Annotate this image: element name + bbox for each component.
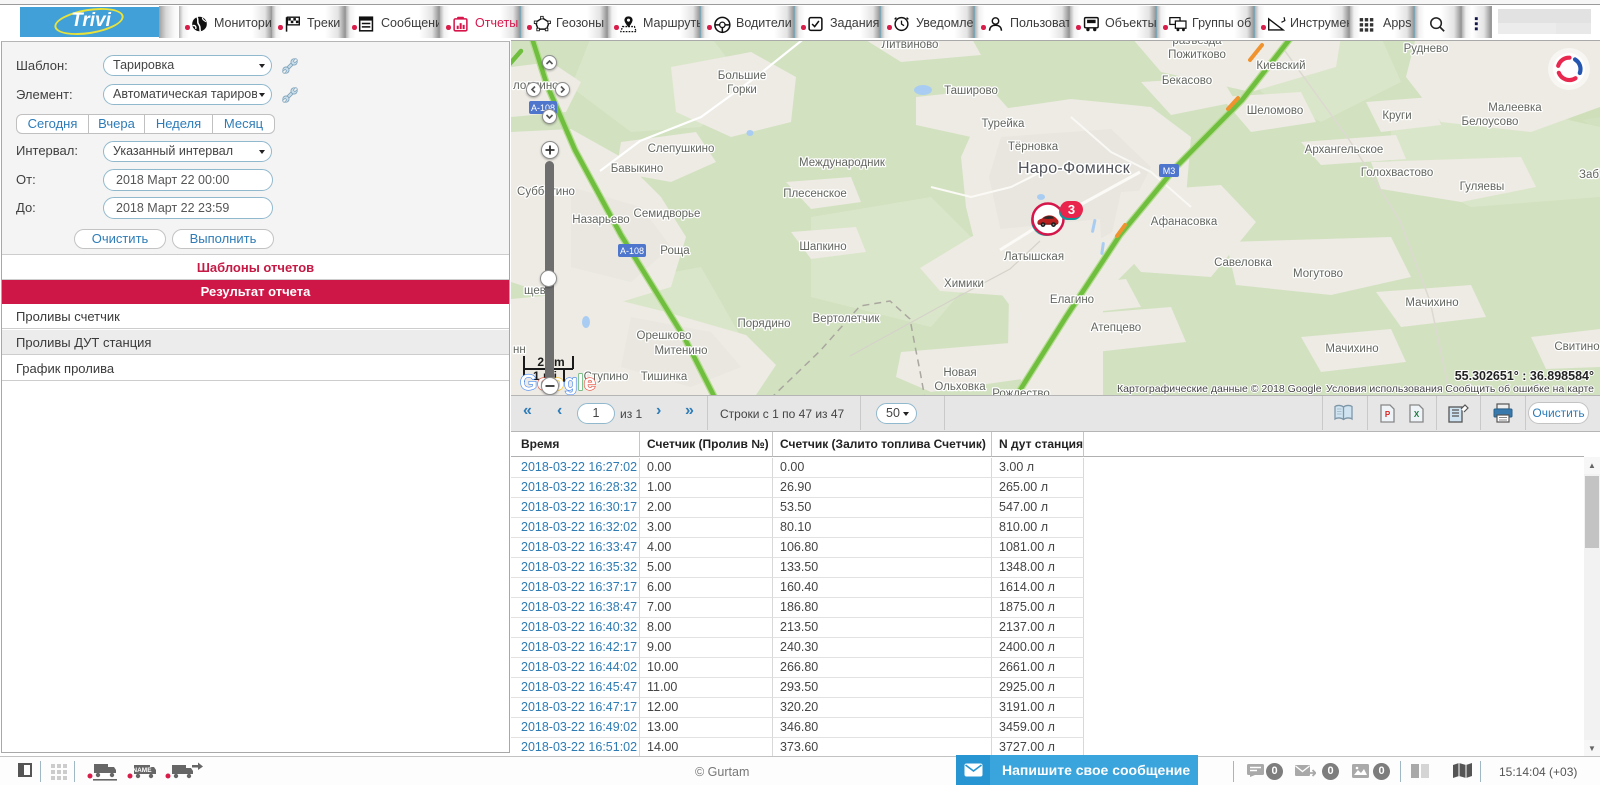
- svg-text:Митенино: Митенино: [654, 345, 707, 357]
- svg-text:Горки: Горки: [727, 84, 757, 96]
- svg-text:Руднево: Руднево: [1404, 43, 1449, 55]
- svg-text:Химики: Химики: [944, 278, 984, 290]
- svg-text:А-108: А-108: [620, 246, 644, 256]
- svg-text:Рождество: Рождество: [992, 388, 1050, 395]
- svg-text:Елагино: Елагино: [1050, 294, 1094, 306]
- svg-text:нн: нн: [513, 344, 526, 356]
- svg-text:Ольховка: Ольховка: [934, 381, 986, 393]
- svg-text:Бекасово: Бекасово: [1162, 75, 1212, 87]
- svg-text:Назарьево: Назарьево: [572, 214, 629, 226]
- svg-text:Гуляевы: Гуляевы: [1460, 181, 1505, 193]
- svg-text:Свитино: Свитино: [1554, 341, 1599, 353]
- svg-text:Киевский: Киевский: [1256, 60, 1305, 72]
- svg-text:Новая: Новая: [943, 367, 976, 379]
- svg-text:Большие: Большие: [718, 70, 766, 82]
- svg-text:Белоусово: Белоусово: [1462, 116, 1519, 128]
- svg-text:3: 3: [1068, 202, 1075, 217]
- svg-text:Условия использования: Условия использования: [1326, 383, 1443, 395]
- svg-text:Афанасовка: Афанасовка: [1151, 216, 1218, 228]
- svg-text:55.302651° : 36.898584°: 55.302651° : 36.898584°: [1455, 369, 1594, 383]
- svg-text:Могутово: Могутово: [1293, 268, 1343, 280]
- svg-text:Пожитково: Пожитково: [1168, 49, 1226, 61]
- svg-text:Заб: Заб: [1579, 169, 1599, 181]
- svg-text:P: P: [1385, 410, 1391, 419]
- svg-text:Мачихино: Мачихино: [1405, 297, 1458, 309]
- svg-text:Голохвастово: Голохвастово: [1361, 167, 1434, 179]
- svg-text:Международник: Международник: [799, 157, 886, 169]
- svg-text:Тёрновка: Тёрновка: [1008, 141, 1059, 153]
- svg-text:Картографические данные © 2018: Картографические данные © 2018 Google: [1117, 383, 1322, 395]
- svg-text:Наро-Фоминск: Наро-Фоминск: [1018, 160, 1131, 177]
- svg-text:Шапкино: Шапкино: [799, 241, 846, 253]
- svg-text:Роща: Роща: [660, 245, 690, 257]
- svg-text:М3: М3: [1163, 166, 1176, 176]
- svg-text:Архангельское: Архангельское: [1305, 144, 1384, 156]
- svg-text:Слепушкино: Слепушкино: [648, 143, 715, 155]
- svg-text:Латышская: Латышская: [1004, 251, 1064, 263]
- svg-text:Атепцево: Атепцево: [1091, 322, 1141, 334]
- svg-text:Мачихино: Мачихино: [1325, 343, 1378, 355]
- svg-text:Шеломово: Шеломово: [1247, 105, 1303, 117]
- svg-text:Плесенское: Плесенское: [783, 188, 847, 200]
- svg-text:X: X: [1414, 410, 1420, 419]
- svg-text:Малеевка: Малеевка: [1488, 102, 1542, 114]
- svg-text:Таширово: Таширово: [944, 85, 998, 97]
- svg-text:Круги: Круги: [1382, 110, 1411, 122]
- svg-text:Савеловка: Савеловка: [1214, 257, 1272, 269]
- svg-text:разъезда: разъезда: [1172, 40, 1222, 47]
- svg-text:Орешково: Орешково: [637, 330, 692, 342]
- svg-text:Семидворье: Семидворье: [634, 208, 701, 220]
- svg-text:Тишинка: Тишинка: [641, 371, 688, 383]
- svg-text:Литвиново: Литвиново: [882, 40, 939, 51]
- svg-text:Вертолетчик: Вертолетчик: [813, 313, 881, 325]
- svg-text:Сообщить об ошибке на карте: Сообщить об ошибке на карте: [1445, 383, 1594, 395]
- svg-text:NAME: NAME: [132, 767, 152, 774]
- svg-text:Бавыкино: Бавыкино: [611, 163, 664, 175]
- svg-text:Турейка: Турейка: [982, 118, 1025, 130]
- svg-text:Порядино: Порядино: [737, 318, 790, 330]
